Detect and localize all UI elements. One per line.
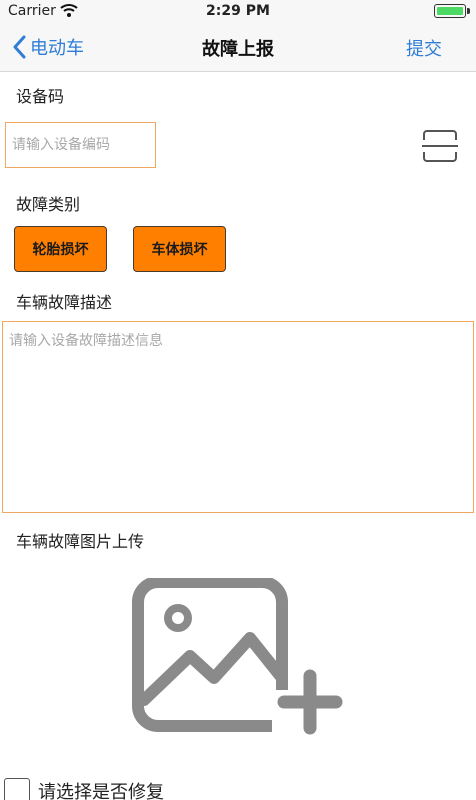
status-time: 2:29 PM — [206, 3, 270, 19]
scan-icon[interactable] — [420, 128, 460, 164]
repair-option-row[interactable]: 请选择是否修复 — [4, 778, 164, 800]
description-label: 车辆故障描述 — [16, 293, 113, 312]
battery-icon — [434, 4, 470, 18]
submit-button[interactable]: 提交 — [406, 35, 442, 61]
status-bar: Carrier 2:29 PM — [0, 0, 476, 22]
photo-upload-label: 车辆故障图片上传 — [16, 532, 145, 551]
repair-label: 请选择是否修复 — [38, 782, 164, 800]
fault-type-tire-button[interactable]: 轮胎损坏 — [14, 226, 107, 272]
fault-type-label: 故障类别 — [16, 195, 81, 214]
add-image-icon[interactable] — [132, 576, 344, 736]
device-code-input[interactable] — [5, 122, 156, 168]
repair-checkbox[interactable] — [4, 778, 30, 800]
navigation-bar: 电动车 故障上报 提交 — [0, 22, 476, 72]
fault-type-body-button[interactable]: 车体损坏 — [133, 226, 226, 272]
description-textarea[interactable] — [2, 321, 474, 513]
device-code-label: 设备码 — [16, 87, 65, 106]
page-title: 故障上报 — [202, 39, 274, 60]
